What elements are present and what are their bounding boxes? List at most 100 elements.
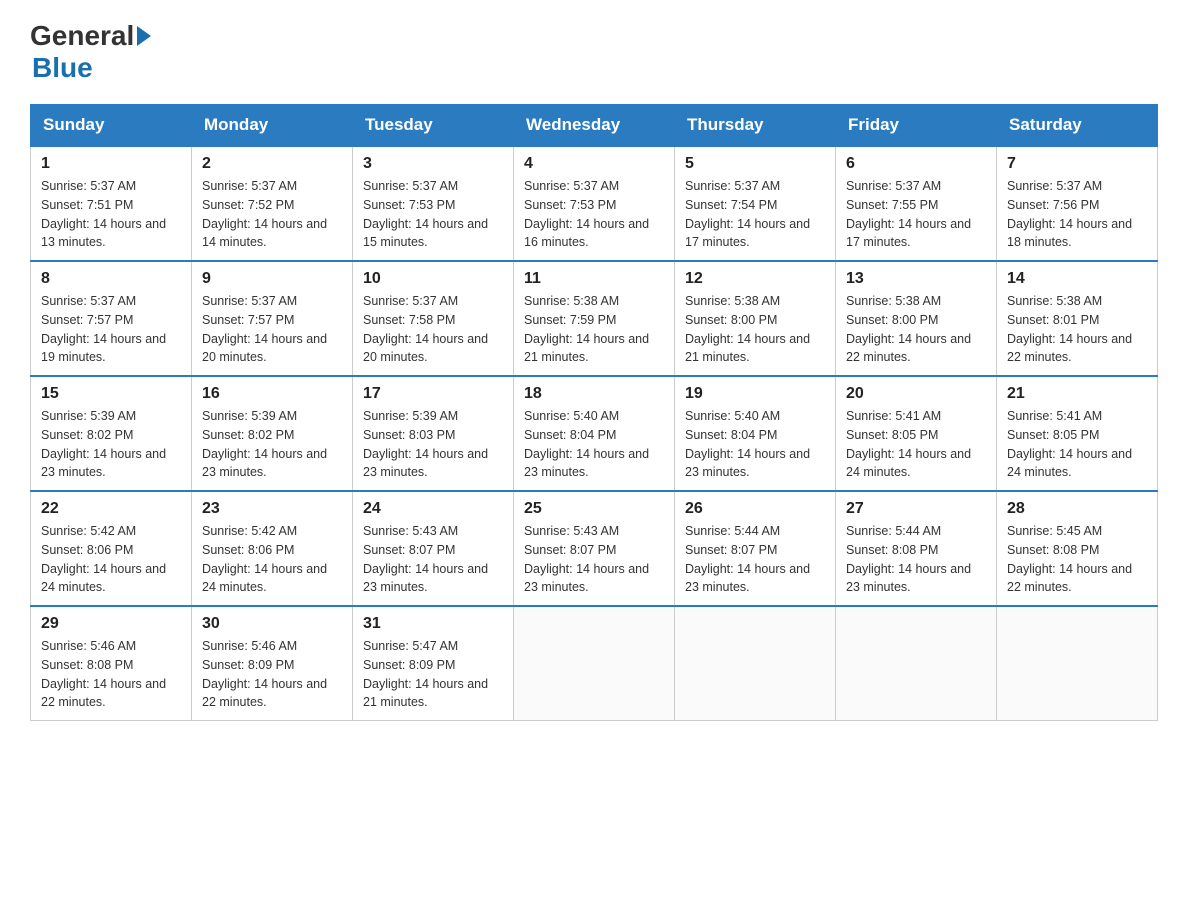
day-info: Sunrise: 5:37 AMSunset: 7:51 PMDaylight:… bbox=[41, 177, 181, 252]
weekday-header-thursday: Thursday bbox=[675, 105, 836, 147]
day-number: 13 bbox=[846, 270, 986, 288]
day-info: Sunrise: 5:46 AMSunset: 8:09 PMDaylight:… bbox=[202, 637, 342, 712]
day-info: Sunrise: 5:43 AMSunset: 8:07 PMDaylight:… bbox=[363, 522, 503, 597]
day-info: Sunrise: 5:38 AMSunset: 8:01 PMDaylight:… bbox=[1007, 292, 1147, 367]
day-number: 2 bbox=[202, 155, 342, 173]
day-info: Sunrise: 5:40 AMSunset: 8:04 PMDaylight:… bbox=[524, 407, 664, 482]
weekday-header-tuesday: Tuesday bbox=[353, 105, 514, 147]
calendar-cell: 16 Sunrise: 5:39 AMSunset: 8:02 PMDayligh… bbox=[192, 376, 353, 491]
day-info: Sunrise: 5:38 AMSunset: 8:00 PMDaylight:… bbox=[685, 292, 825, 367]
day-info: Sunrise: 5:37 AMSunset: 7:56 PMDaylight:… bbox=[1007, 177, 1147, 252]
day-number: 30 bbox=[202, 615, 342, 633]
calendar-cell: 20Sunrise: 5:41 AMSunset: 8:05 PMDayligh… bbox=[836, 376, 997, 491]
day-info: Sunrise: 5:42 AMSunset: 8:06 PMDaylight:… bbox=[41, 522, 181, 597]
day-number: 31 bbox=[363, 615, 503, 633]
calendar-cell: 26 Sunrise: 5:44 AMSunset: 8:07 PMDayligh… bbox=[675, 491, 836, 606]
page-header: General Blue bbox=[30, 20, 1158, 84]
calendar-cell: 5 Sunrise: 5:37 AMSunset: 7:54 PMDaylight… bbox=[675, 146, 836, 261]
day-number: 15 bbox=[41, 385, 181, 403]
day-number: 4 bbox=[524, 155, 664, 173]
calendar-cell: 24 Sunrise: 5:43 AMSunset: 8:07 PMDayligh… bbox=[353, 491, 514, 606]
day-number: 25 bbox=[524, 500, 664, 518]
weekday-header-sunday: Sunday bbox=[31, 105, 192, 147]
day-number: 12 bbox=[685, 270, 825, 288]
day-info: Sunrise: 5:37 AMSunset: 7:57 PMDaylight:… bbox=[41, 292, 181, 367]
calendar-week-3: 15 Sunrise: 5:39 AMSunset: 8:02 PMDayligh… bbox=[31, 376, 1158, 491]
day-number: 21 bbox=[1007, 385, 1147, 403]
calendar-table: SundayMondayTuesdayWednesdayThursdayFrid… bbox=[30, 104, 1158, 721]
day-info: Sunrise: 5:40 AMSunset: 8:04 PMDaylight:… bbox=[685, 407, 825, 482]
day-info: Sunrise: 5:37 AMSunset: 7:58 PMDaylight:… bbox=[363, 292, 503, 367]
calendar-cell bbox=[836, 606, 997, 721]
calendar-cell: 4 Sunrise: 5:37 AMSunset: 7:53 PMDaylight… bbox=[514, 146, 675, 261]
calendar-cell bbox=[514, 606, 675, 721]
calendar-cell: 27 Sunrise: 5:44 AMSunset: 8:08 PMDayligh… bbox=[836, 491, 997, 606]
day-info: Sunrise: 5:42 AMSunset: 8:06 PMDaylight:… bbox=[202, 522, 342, 597]
calendar-cell: 28Sunrise: 5:45 AMSunset: 8:08 PMDayligh… bbox=[997, 491, 1158, 606]
day-info: Sunrise: 5:43 AMSunset: 8:07 PMDaylight:… bbox=[524, 522, 664, 597]
day-number: 5 bbox=[685, 155, 825, 173]
day-number: 26 bbox=[685, 500, 825, 518]
day-info: Sunrise: 5:41 AMSunset: 8:05 PMDaylight:… bbox=[1007, 407, 1147, 482]
calendar-cell: 9Sunrise: 5:37 AMSunset: 7:57 PMDaylight… bbox=[192, 261, 353, 376]
calendar-cell: 17 Sunrise: 5:39 AMSunset: 8:03 PMDayligh… bbox=[353, 376, 514, 491]
day-number: 1 bbox=[41, 155, 181, 173]
day-info: Sunrise: 5:44 AMSunset: 8:08 PMDaylight:… bbox=[846, 522, 986, 597]
day-info: Sunrise: 5:37 AMSunset: 7:55 PMDaylight:… bbox=[846, 177, 986, 252]
calendar-cell: 14Sunrise: 5:38 AMSunset: 8:01 PMDayligh… bbox=[997, 261, 1158, 376]
calendar-cell: 30 Sunrise: 5:46 AMSunset: 8:09 PMDayligh… bbox=[192, 606, 353, 721]
day-number: 29 bbox=[41, 615, 181, 633]
day-info: Sunrise: 5:38 AMSunset: 8:00 PMDaylight:… bbox=[846, 292, 986, 367]
calendar-cell: 25 Sunrise: 5:43 AMSunset: 8:07 PMDayligh… bbox=[514, 491, 675, 606]
calendar-cell: 11Sunrise: 5:38 AMSunset: 7:59 PMDayligh… bbox=[514, 261, 675, 376]
calendar-cell: 31 Sunrise: 5:47 AMSunset: 8:09 PMDayligh… bbox=[353, 606, 514, 721]
day-number: 23 bbox=[202, 500, 342, 518]
calendar-cell bbox=[997, 606, 1158, 721]
day-info: Sunrise: 5:38 AMSunset: 7:59 PMDaylight:… bbox=[524, 292, 664, 367]
day-info: Sunrise: 5:39 AMSunset: 8:03 PMDaylight:… bbox=[363, 407, 503, 482]
calendar-cell: 12 Sunrise: 5:38 AMSunset: 8:00 PMDayligh… bbox=[675, 261, 836, 376]
day-info: Sunrise: 5:37 AMSunset: 7:52 PMDaylight:… bbox=[202, 177, 342, 252]
calendar-cell: 18 Sunrise: 5:40 AMSunset: 8:04 PMDayligh… bbox=[514, 376, 675, 491]
day-info: Sunrise: 5:39 AMSunset: 8:02 PMDaylight:… bbox=[41, 407, 181, 482]
calendar-cell: 1 Sunrise: 5:37 AMSunset: 7:51 PMDaylight… bbox=[31, 146, 192, 261]
day-number: 16 bbox=[202, 385, 342, 403]
weekday-header-friday: Friday bbox=[836, 105, 997, 147]
day-number: 8 bbox=[41, 270, 181, 288]
calendar-cell: 13 Sunrise: 5:38 AMSunset: 8:00 PMDayligh… bbox=[836, 261, 997, 376]
day-number: 10 bbox=[363, 270, 503, 288]
day-info: Sunrise: 5:37 AMSunset: 7:54 PMDaylight:… bbox=[685, 177, 825, 252]
calendar-cell: 29 Sunrise: 5:46 AMSunset: 8:08 PMDayligh… bbox=[31, 606, 192, 721]
day-info: Sunrise: 5:37 AMSunset: 7:57 PMDaylight:… bbox=[202, 292, 342, 367]
day-number: 24 bbox=[363, 500, 503, 518]
day-info: Sunrise: 5:41 AMSunset: 8:05 PMDaylight:… bbox=[846, 407, 986, 482]
day-info: Sunrise: 5:39 AMSunset: 8:02 PMDaylight:… bbox=[202, 407, 342, 482]
logo: General Blue bbox=[30, 20, 153, 84]
day-info: Sunrise: 5:47 AMSunset: 8:09 PMDaylight:… bbox=[363, 637, 503, 712]
day-info: Sunrise: 5:46 AMSunset: 8:08 PMDaylight:… bbox=[41, 637, 181, 712]
day-number: 7 bbox=[1007, 155, 1147, 173]
day-number: 22 bbox=[41, 500, 181, 518]
day-number: 19 bbox=[685, 385, 825, 403]
calendar-cell: 8 Sunrise: 5:37 AMSunset: 7:57 PMDaylight… bbox=[31, 261, 192, 376]
day-number: 28 bbox=[1007, 500, 1147, 518]
weekday-header-wednesday: Wednesday bbox=[514, 105, 675, 147]
day-number: 17 bbox=[363, 385, 503, 403]
day-number: 18 bbox=[524, 385, 664, 403]
calendar-week-4: 22 Sunrise: 5:42 AMSunset: 8:06 PMDayligh… bbox=[31, 491, 1158, 606]
logo-general-text: General bbox=[30, 20, 134, 52]
weekday-header-monday: Monday bbox=[192, 105, 353, 147]
day-number: 3 bbox=[363, 155, 503, 173]
calendar-cell: 22 Sunrise: 5:42 AMSunset: 8:06 PMDayligh… bbox=[31, 491, 192, 606]
calendar-cell: 19 Sunrise: 5:40 AMSunset: 8:04 PMDayligh… bbox=[675, 376, 836, 491]
calendar-week-5: 29 Sunrise: 5:46 AMSunset: 8:08 PMDayligh… bbox=[31, 606, 1158, 721]
day-number: 27 bbox=[846, 500, 986, 518]
calendar-week-1: 1 Sunrise: 5:37 AMSunset: 7:51 PMDaylight… bbox=[31, 146, 1158, 261]
day-number: 6 bbox=[846, 155, 986, 173]
calendar-cell: 15 Sunrise: 5:39 AMSunset: 8:02 PMDayligh… bbox=[31, 376, 192, 491]
day-info: Sunrise: 5:44 AMSunset: 8:07 PMDaylight:… bbox=[685, 522, 825, 597]
calendar-cell: 2 Sunrise: 5:37 AMSunset: 7:52 PMDaylight… bbox=[192, 146, 353, 261]
day-info: Sunrise: 5:37 AMSunset: 7:53 PMDaylight:… bbox=[524, 177, 664, 252]
calendar-cell: 10 Sunrise: 5:37 AMSunset: 7:58 PMDayligh… bbox=[353, 261, 514, 376]
calendar-cell: 6 Sunrise: 5:37 AMSunset: 7:55 PMDaylight… bbox=[836, 146, 997, 261]
